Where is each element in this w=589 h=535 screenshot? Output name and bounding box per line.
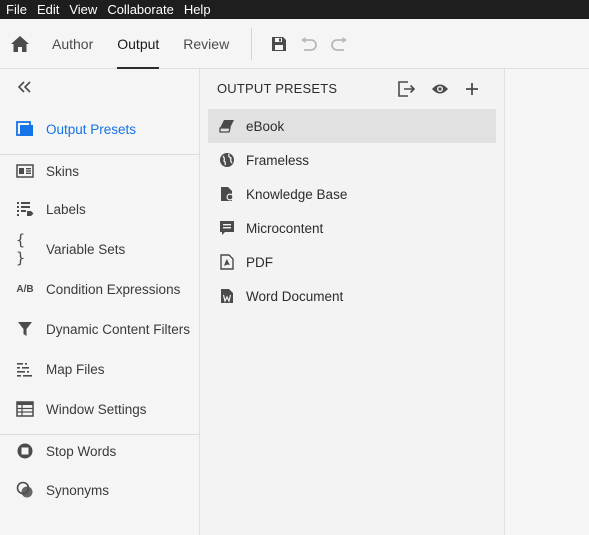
preset-item-frameless[interactable]: Frameless (208, 143, 496, 177)
globe-icon (219, 152, 235, 168)
sidebar-item-label: Dynamic Content Filters (46, 321, 191, 337)
plus-icon (466, 83, 478, 95)
redo-icon (331, 36, 348, 51)
sidebar-item-label: Skins (46, 163, 80, 179)
output-presets-panel: OUTPUT PRESETS eBook Frameless Knowledge… (200, 69, 505, 535)
save-icon (272, 36, 287, 51)
sidebar-item-labels[interactable]: Labels (0, 191, 199, 227)
tab-review[interactable]: Review (171, 19, 241, 69)
sidebar-item-output-presets[interactable]: Output Presets (0, 111, 199, 147)
preset-label: Microcontent (246, 220, 324, 236)
undo-button[interactable] (294, 19, 324, 69)
microcontent-icon (219, 220, 235, 236)
ab-icon: A/B (16, 283, 34, 295)
labels-icon (16, 200, 34, 218)
home-button[interactable] (0, 19, 40, 69)
menu-file[interactable]: File (6, 2, 27, 17)
sidebar-item-variable-sets[interactable]: { } Variable Sets (0, 231, 199, 267)
preset-label: Frameless (246, 152, 310, 168)
add-preset-button[interactable] (462, 79, 482, 99)
sidebar-item-dynamic-content-filters[interactable]: Dynamic Content Filters (0, 311, 199, 347)
export-button[interactable] (397, 79, 417, 99)
preset-label: Knowledge Base (246, 186, 348, 202)
braces-icon: { } (16, 231, 26, 267)
double-chevron-left-icon (17, 81, 31, 93)
window-settings-icon (16, 400, 34, 418)
sidebar-item-label: Variable Sets (46, 241, 126, 257)
ebook-icon (219, 118, 235, 134)
knowledge-base-icon (219, 186, 235, 202)
editor-pane (506, 69, 589, 535)
export-icon (398, 81, 416, 97)
sidebar-item-label: Window Settings (46, 401, 147, 417)
preset-label: eBook (246, 118, 285, 134)
menu-edit[interactable]: Edit (37, 2, 59, 17)
tab-author[interactable]: Author (40, 19, 105, 69)
preset-item-ebook[interactable]: eBook (208, 109, 496, 143)
sidebar-item-label: Output Presets (46, 121, 137, 137)
skins-icon (16, 162, 34, 180)
redo-button[interactable] (324, 19, 354, 69)
sidebar-item-window-settings[interactable]: Window Settings (0, 391, 199, 427)
panel-title: OUTPUT PRESETS (217, 81, 338, 96)
sidebar-item-condition-expressions[interactable]: A/B Condition Expressions (0, 271, 199, 307)
menu-bar: File Edit View Collaborate Help (0, 0, 589, 19)
sidebar: Output Presets Skins Labels { } Variable… (0, 69, 200, 535)
undo-icon (301, 36, 318, 51)
preset-item-pdf[interactable]: PDF (208, 245, 496, 279)
sidebar-item-label: Map Files (46, 361, 105, 377)
menu-collaborate[interactable]: Collaborate (107, 2, 174, 17)
sidebar-item-stop-words[interactable]: Stop Words (0, 433, 199, 469)
toolbar-divider (251, 27, 253, 60)
map-files-icon (16, 360, 34, 378)
preset-label: PDF (246, 254, 273, 270)
sidebar-item-label: Labels (46, 201, 86, 217)
word-document-icon (219, 288, 235, 304)
preset-item-microcontent[interactable]: Microcontent (208, 211, 496, 245)
toolbar: Author Output Review (0, 19, 589, 69)
preset-item-knowledge-base[interactable]: Knowledge Base (208, 177, 496, 211)
sidebar-item-map-files[interactable]: Map Files (0, 351, 199, 387)
sidebar-item-label: Synonyms (46, 482, 110, 498)
pdf-icon (219, 254, 235, 270)
sidebar-item-skins[interactable]: Skins (0, 153, 199, 189)
eye-icon (432, 84, 448, 94)
filter-icon (16, 320, 34, 338)
sidebar-item-label: Condition Expressions (46, 281, 181, 297)
tab-output[interactable]: Output (105, 19, 171, 69)
sidebar-item-label: Stop Words (46, 443, 117, 459)
menu-help[interactable]: Help (184, 2, 211, 17)
output-presets-icon (16, 120, 34, 138)
preset-item-word-document[interactable]: Word Document (208, 279, 496, 313)
preview-button[interactable] (430, 79, 450, 99)
save-button[interactable] (264, 19, 294, 69)
preset-label: Word Document (246, 288, 344, 304)
menu-view[interactable]: View (69, 2, 97, 17)
synonyms-icon (16, 481, 34, 499)
home-icon (11, 35, 29, 52)
sidebar-item-synonyms[interactable]: Synonyms (0, 472, 199, 508)
stop-words-icon (16, 442, 34, 460)
collapse-sidebar-button[interactable] (17, 80, 37, 96)
